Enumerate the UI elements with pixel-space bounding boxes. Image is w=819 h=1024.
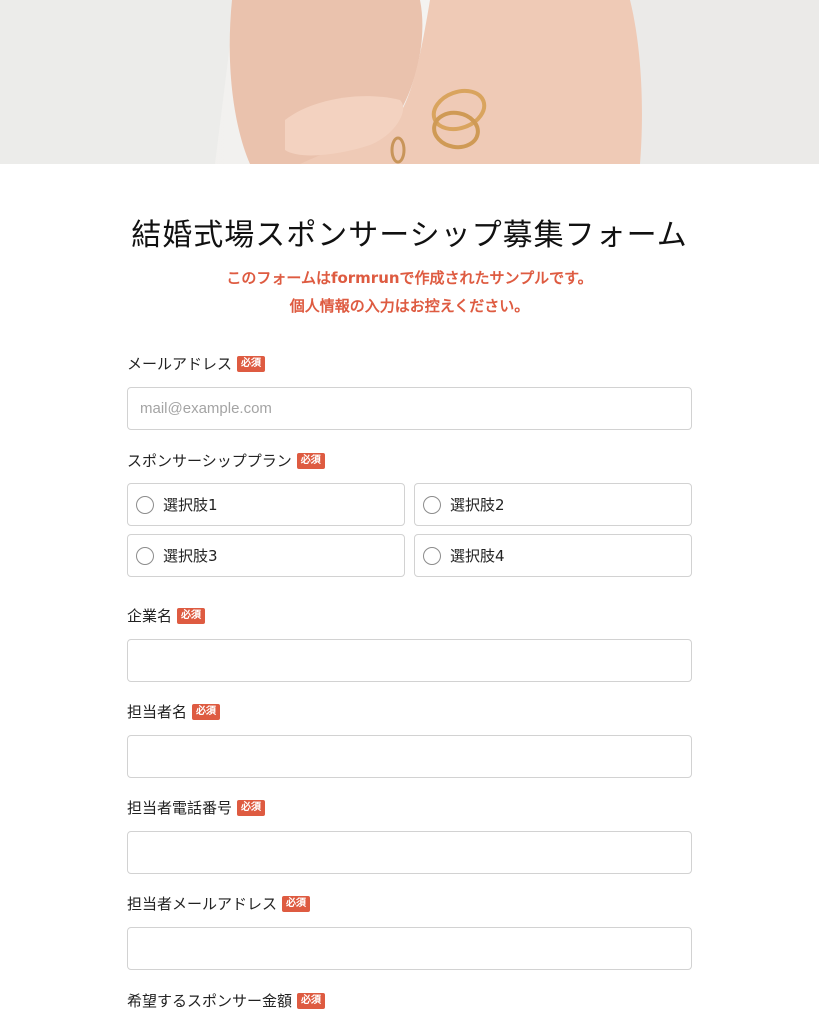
plan-option-label: 選択肢2 [450, 496, 505, 514]
plan-option-label: 選択肢1 [163, 496, 218, 514]
plan-option-2[interactable]: 選択肢2 [414, 483, 692, 526]
radio-button-icon[interactable] [136, 495, 154, 514]
sponsor-amount-label-text: 希望するスポンサー金額 [127, 992, 293, 1010]
contact-phone-label-text: 担当者電話番号 [127, 799, 233, 817]
contact-name-label: 担当者名 必須 [127, 701, 221, 722]
contact-phone-label: 担当者電話番号 必須 [127, 797, 266, 818]
hands-with-rings-illustration [0, 0, 819, 164]
radio-button-icon[interactable] [423, 495, 441, 514]
company-name-input[interactable] [127, 639, 692, 682]
email-label: メールアドレス 必須 [127, 353, 266, 374]
contact-phone-input[interactable] [127, 831, 692, 874]
required-badge: 必須 [192, 703, 221, 720]
contact-email-label-text: 担当者メールアドレス [127, 895, 278, 913]
plan-option-label: 選択肢3 [163, 547, 218, 565]
contact-name-label-text: 担当者名 [127, 703, 188, 721]
required-badge: 必須 [297, 992, 326, 1009]
required-badge: 必須 [237, 799, 266, 816]
contact-name-input[interactable] [127, 735, 692, 778]
sponsor-amount-label: 希望するスポンサー金額 必須 [127, 990, 326, 1011]
sample-notice-line1: このフォームはformrunで作成されたサンプルです。 [226, 269, 593, 287]
sponsorship-plan-label-text: スポンサーシッププラン [127, 452, 292, 470]
plan-option-4[interactable]: 選択肢4 [414, 534, 692, 577]
radio-button-icon[interactable] [423, 546, 441, 565]
company-name-label-text: 企業名 [127, 607, 173, 625]
sponsorship-plan-label: スポンサーシッププラン 必須 [127, 450, 325, 471]
plan-option-label: 選択肢4 [450, 547, 505, 565]
email-input[interactable] [127, 387, 692, 430]
required-badge: 必須 [237, 355, 266, 372]
radio-button-icon[interactable] [136, 546, 154, 565]
contact-email-label: 担当者メールアドレス 必須 [127, 893, 311, 914]
required-badge: 必須 [177, 607, 206, 624]
required-badge: 必須 [296, 452, 325, 469]
sample-notice-line2: 個人情報の入力はお控えください。 [289, 297, 530, 315]
plan-option-3[interactable]: 選択肢3 [127, 534, 405, 577]
required-badge: 必須 [282, 895, 311, 912]
company-name-label: 企業名 必須 [127, 605, 206, 626]
email-label-text: メールアドレス [127, 355, 233, 373]
hero-image [0, 0, 819, 164]
plan-option-1[interactable]: 選択肢1 [127, 483, 405, 526]
form-title: 結婚式場スポンサーシップ募集フォーム [131, 218, 688, 253]
contact-email-input[interactable] [127, 927, 692, 970]
